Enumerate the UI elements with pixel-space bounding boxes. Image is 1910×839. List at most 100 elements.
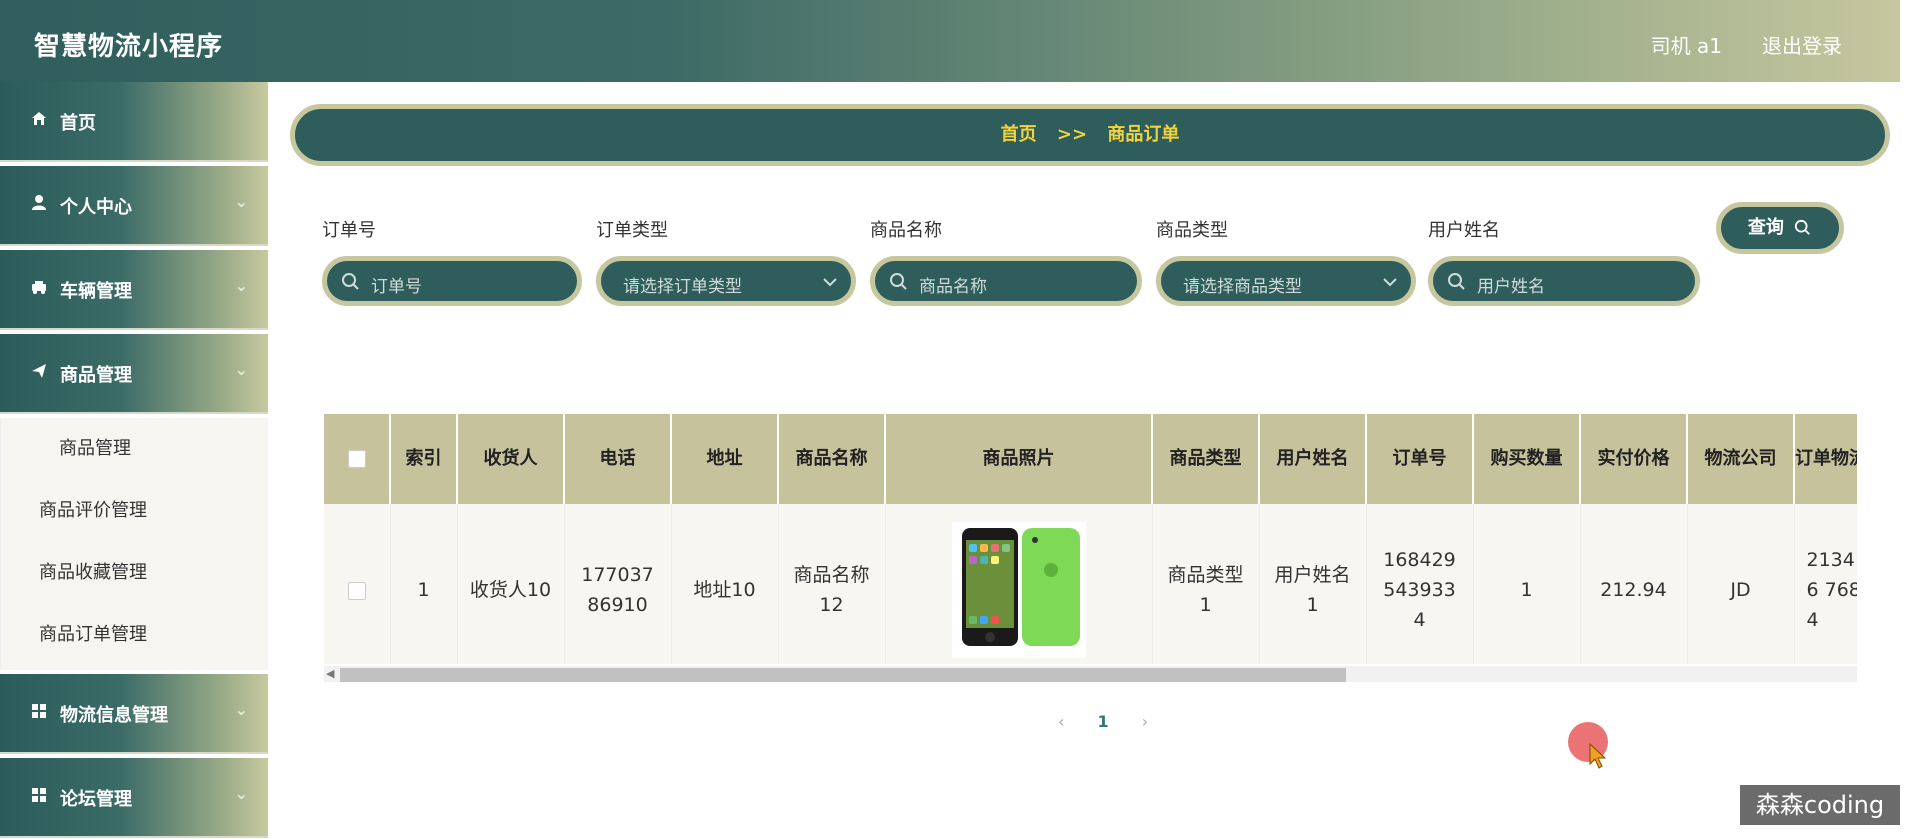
search-icon [890, 273, 907, 290]
order-no-input[interactable]: 订单号 [322, 256, 582, 306]
mouse-cursor-icon [1589, 742, 1607, 769]
user-name-placeholder: 用户姓名 [1477, 277, 1545, 297]
submenu-item-product-favorites[interactable]: 商品收藏管理 [1, 542, 268, 604]
cell-product-photo [885, 504, 1153, 664]
cell-tracking-text: 21346 7684 [1806, 549, 1858, 631]
product-submenu: 商品管理 商品评价管理 商品收藏管理 商品订单管理 [0, 418, 268, 670]
table-row[interactable]: 1 收货人10 17703786910 地址10 商品名称12 商品类型1 用户… [324, 504, 1857, 664]
cell-order-no-text: 1684295439334 [1383, 549, 1456, 631]
home-icon [28, 110, 50, 132]
sidebar-item-label: 物流信息管理 [60, 705, 168, 726]
col-product-name[interactable]: 商品名称 [778, 414, 886, 504]
top-header: 智慧物流小程序 司机 a1 退出登录 [0, 0, 1900, 82]
product-name-placeholder: 商品名称 [919, 277, 987, 297]
order-no-placeholder: 订单号 [371, 277, 422, 297]
col-user-name[interactable]: 用户姓名 [1259, 414, 1367, 504]
col-product-type[interactable]: 商品类型 [1152, 414, 1260, 504]
breadcrumb-current: 商品订单 [1107, 124, 1180, 145]
current-user: 司机 a1 [1650, 34, 1722, 58]
user-icon [28, 194, 50, 216]
prev-page-button[interactable]: ‹ [1058, 712, 1064, 731]
cell-logistics: JD [1687, 504, 1795, 664]
col-address[interactable]: 地址 [671, 414, 779, 504]
chevron-down-icon: ⌄ [234, 276, 248, 295]
next-page-button[interactable]: › [1142, 712, 1148, 731]
order-type-select[interactable]: 请选择订单类型 [596, 256, 856, 306]
cell-product-type-text: 商品类型1 [1167, 564, 1244, 616]
watermark: 森森coding [1740, 785, 1900, 825]
sidebar-item-home[interactable]: 首页 [0, 82, 268, 162]
sidebar-item-product-management[interactable]: 商品管理 ⌄ [0, 334, 268, 414]
order-no-label: 订单号 [322, 220, 376, 241]
col-receiver[interactable]: 收货人 [457, 414, 565, 504]
product-name-input[interactable]: 商品名称 [870, 256, 1142, 306]
chevron-down-icon [1383, 278, 1397, 287]
col-product-photo[interactable]: 商品照片 [885, 414, 1153, 504]
cell-order-no: 1684295439334 [1366, 504, 1474, 664]
main-content: 首页 >> 商品订单 订单号 订单号 订单类型 请选择订单类型 商品名称 商品名… [268, 82, 1900, 839]
sidebar-item-label: 个人中心 [60, 197, 132, 218]
table-header-row: 索引 收货人 电话 地址 商品名称 商品照片 商品类型 用户姓名 订单号 购买数… [324, 414, 1857, 504]
order-type-placeholder: 请选择订单类型 [623, 277, 742, 297]
cell-product-type: 商品类型1 [1152, 504, 1260, 664]
submenu-item-product-orders[interactable]: 商品订单管理 [1, 604, 268, 666]
breadcrumb-separator: >> [1056, 124, 1088, 145]
page-number-1[interactable]: 1 [1098, 712, 1109, 731]
query-button[interactable]: 查询 [1716, 202, 1844, 254]
orders-table-wrapper: 索引 收货人 电话 地址 商品名称 商品照片 商品类型 用户姓名 订单号 购买数… [324, 414, 1857, 664]
cell-product-name-text: 商品名称12 [793, 564, 870, 616]
sidebar-item-label: 论坛管理 [60, 789, 132, 810]
col-logistics[interactable]: 物流公司 [1687, 414, 1795, 504]
table-horizontal-scrollbar[interactable]: ◀ [324, 666, 1857, 682]
scrollbar-thumb[interactable] [340, 668, 1346, 682]
product-type-select[interactable]: 请选择商品类型 [1156, 256, 1416, 306]
search-icon [1795, 219, 1811, 235]
sidebar-item-label: 车辆管理 [60, 281, 132, 302]
select-all-header [324, 414, 391, 504]
col-phone[interactable]: 电话 [564, 414, 672, 504]
pagination: ‹ 1 › [1044, 712, 1162, 731]
sidebar: 首页 个人中心 ⌄ 车辆管理 ⌄ 商品管理 ⌄ 商品管理 商品评价管理 商品收藏… [0, 82, 268, 839]
sidebar-item-forum[interactable]: 论坛管理 ⌄ [0, 758, 268, 838]
cell-phone: 17703786910 [564, 504, 672, 664]
submenu-item-product-management[interactable]: 商品管理 [1, 418, 268, 480]
col-index[interactable]: 索引 [390, 414, 458, 504]
cell-user-name: 用户姓名1 [1259, 504, 1367, 664]
chevron-down-icon: ⌄ [234, 784, 248, 803]
product-photo[interactable] [951, 522, 1086, 658]
search-icon [1448, 273, 1465, 290]
row-select-cell [324, 504, 391, 664]
user-name-label: 用户姓名 [1428, 220, 1500, 241]
col-order-no[interactable]: 订单号 [1366, 414, 1474, 504]
breadcrumb: 首页 >> 商品订单 [290, 104, 1890, 166]
cell-receiver: 收货人10 [457, 504, 565, 664]
right-edge [1900, 0, 1910, 839]
cell-address: 地址10 [671, 504, 779, 664]
cell-phone-text: 17703786910 [581, 564, 654, 616]
grid-icon [28, 702, 50, 724]
col-quantity[interactable]: 购买数量 [1473, 414, 1581, 504]
sidebar-item-logistics-info[interactable]: 物流信息管理 ⌄ [0, 674, 268, 754]
cell-user-name-text: 用户姓名1 [1274, 564, 1351, 616]
row-checkbox[interactable] [347, 581, 366, 600]
scroll-left-arrow-icon[interactable]: ◀ [326, 667, 334, 680]
col-tracking[interactable]: 订单物流单号 [1794, 414, 1857, 504]
chevron-up-icon: ⌄ [234, 360, 248, 379]
submenu-item-product-review[interactable]: 商品评价管理 [1, 480, 268, 542]
select-all-checkbox[interactable] [347, 450, 366, 468]
cell-price: 212.94 [1580, 504, 1688, 664]
sidebar-item-personal-center[interactable]: 个人中心 ⌄ [0, 166, 268, 246]
chevron-down-icon [823, 278, 837, 287]
product-type-label: 商品类型 [1156, 220, 1228, 241]
app-title: 智慧物流小程序 [34, 32, 224, 62]
col-price[interactable]: 实付价格 [1580, 414, 1688, 504]
sidebar-item-label: 首页 [60, 113, 96, 134]
logout-link[interactable]: 退出登录 [1762, 30, 1842, 59]
car-icon [28, 278, 50, 300]
cell-product-name: 商品名称12 [778, 504, 886, 664]
user-name-input[interactable]: 用户姓名 [1428, 256, 1700, 306]
breadcrumb-home[interactable]: 首页 [1001, 124, 1037, 145]
cell-tracking: 21346 7684 [1794, 504, 1857, 664]
query-button-label: 查询 [1747, 217, 1784, 238]
sidebar-item-vehicle-management[interactable]: 车辆管理 ⌄ [0, 250, 268, 330]
